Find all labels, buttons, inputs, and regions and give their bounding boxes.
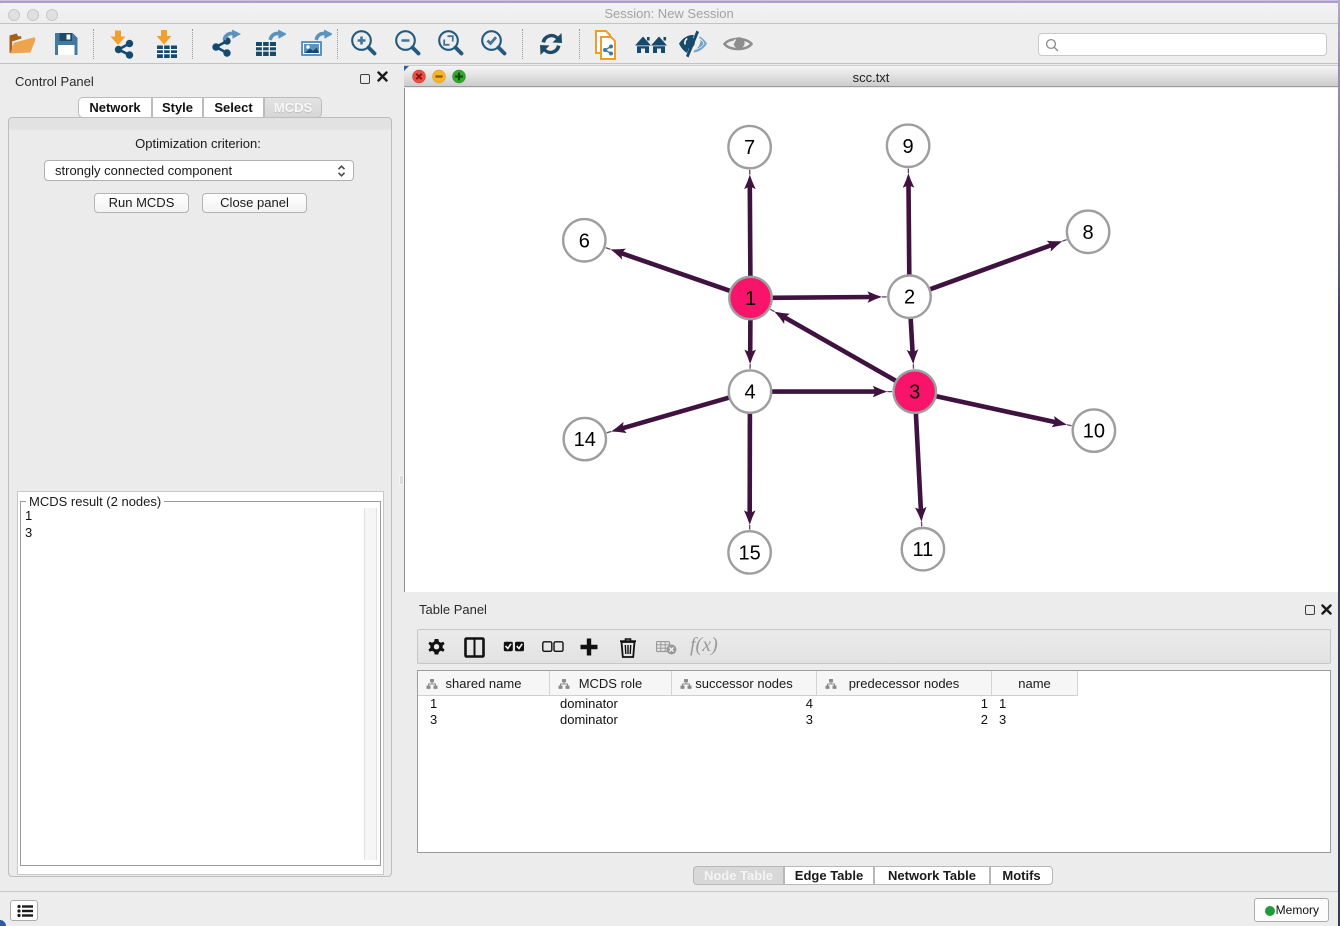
svg-text:11: 11: [913, 539, 934, 561]
svg-text:1: 1: [745, 288, 756, 310]
svg-text:14: 14: [574, 429, 596, 451]
svg-text:2: 2: [904, 287, 915, 309]
svg-text:8: 8: [1083, 222, 1094, 244]
svg-text:6: 6: [579, 230, 590, 252]
svg-text:7: 7: [744, 137, 755, 159]
svg-text:9: 9: [903, 136, 914, 158]
svg-text:10: 10: [1083, 421, 1105, 443]
svg-text:3: 3: [909, 382, 920, 404]
svg-text:15: 15: [738, 542, 760, 564]
svg-text:4: 4: [744, 382, 755, 404]
